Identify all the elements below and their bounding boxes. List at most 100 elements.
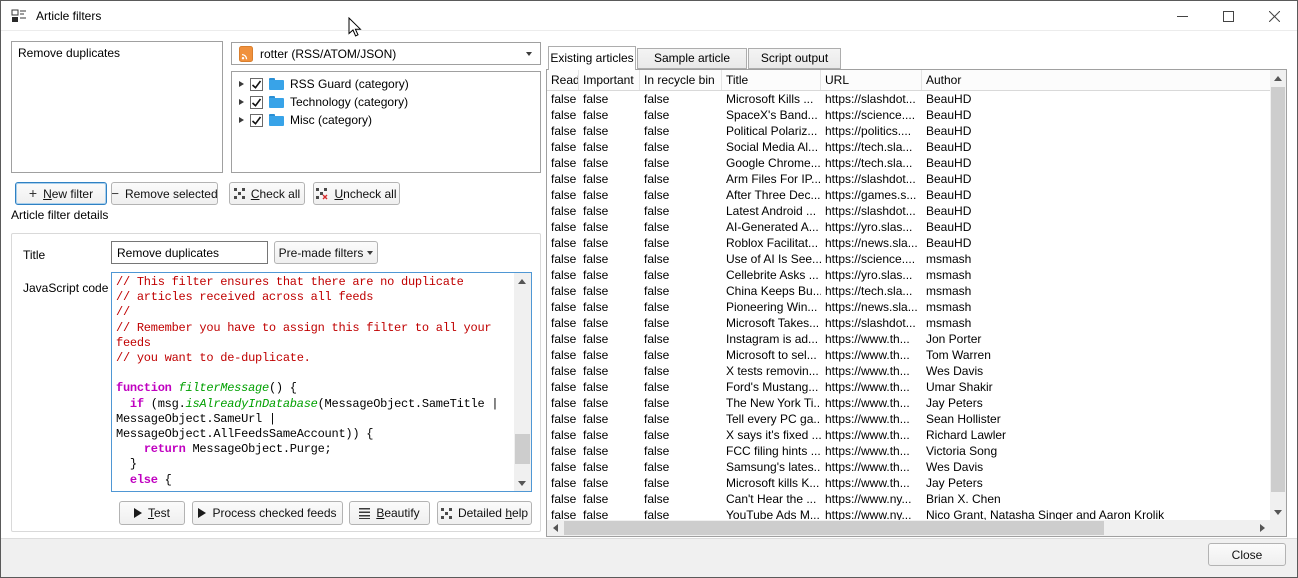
minus-icon <box>111 187 119 201</box>
table-row[interactable]: falsefalsefalseMicrosoft Kills ...https:… <box>547 91 1270 107</box>
table-row[interactable]: falsefalsefalseCellebrite Asks ...https:… <box>547 267 1270 283</box>
code-content[interactable]: // This filter ensures that there are no… <box>116 275 513 490</box>
scrollbar-thumb[interactable] <box>564 521 1104 535</box>
scroll-left-icon <box>553 524 558 532</box>
maximize-icon <box>1223 11 1234 22</box>
table-row[interactable]: falsefalsefalseSamsung's lates...https:/… <box>547 459 1270 475</box>
table-row[interactable]: falsefalsefalseMicrosoft to sel...https:… <box>547 347 1270 363</box>
expand-arrow-icon[interactable] <box>239 99 244 105</box>
table-row[interactable]: falsefalsefalseLatest Android ...https:/… <box>547 203 1270 219</box>
feed-checkbox[interactable] <box>250 78 263 91</box>
check-all-button[interactable]: Check all <box>229 182 305 205</box>
column-header-url[interactable]: URL <box>821 70 922 90</box>
table-row[interactable]: falsefalsefalseYouTube Ads M...https://w… <box>547 507 1270 520</box>
feed-tree-item[interactable]: Technology (category) <box>232 93 540 111</box>
table-row[interactable]: falsefalsefalseX tests removin...https:/… <box>547 363 1270 379</box>
checkmark-icon <box>251 115 262 126</box>
articles-table[interactable]: falsefalsefalseMicrosoft Kills ...https:… <box>547 91 1270 520</box>
table-row[interactable]: falsefalsefalseMicrosoft kills K...https… <box>547 475 1270 491</box>
premade-filters-button[interactable]: Pre-made filters <box>274 241 378 264</box>
beautify-button[interactable]: Beautify <box>349 501 430 525</box>
titlebar[interactable]: Article filters <box>1 1 1297 31</box>
column-header-important[interactable]: Important <box>579 70 640 90</box>
account-dropdown[interactable]: rotter (RSS/ATOM/JSON) <box>231 42 541 65</box>
code-editor-vertical-scrollbar[interactable] <box>514 273 531 491</box>
expand-arrow-icon[interactable] <box>239 117 244 123</box>
close-window-button[interactable] <box>1251 1 1297 31</box>
scroll-down-icon <box>1274 510 1282 515</box>
title-field-label: Title <box>23 248 45 262</box>
javascript-code-editor[interactable]: // This filter ensures that there are no… <box>111 272 532 492</box>
table-row[interactable]: falsefalsefalsePioneering Win...https://… <box>547 299 1270 315</box>
table-row[interactable]: falsefalsefalseInstagram is ad...https:/… <box>547 331 1270 347</box>
filter-list[interactable]: Remove duplicates <box>11 41 223 173</box>
table-row[interactable]: falsefalsefalsePolitical Polariz...https… <box>547 123 1270 139</box>
article-filters-window: Article filters Remove duplicates <box>0 0 1298 578</box>
table-row[interactable]: falsefalsefalseAfter Three Dec...https:/… <box>547 187 1270 203</box>
table-row[interactable]: falsefalsefalseFCC filing hints ...https… <box>547 443 1270 459</box>
table-row[interactable]: falsefalsefalseAI-Generated A...https://… <box>547 219 1270 235</box>
mouse-cursor <box>348 17 362 38</box>
table-row[interactable]: falsefalsefalseArm Files For IP...https:… <box>547 171 1270 187</box>
column-header-recycle[interactable]: In recycle bin <box>640 70 722 90</box>
account-dropdown-value: rotter (RSS/ATOM/JSON) <box>260 47 396 61</box>
scroll-up-icon <box>518 279 526 284</box>
feed-checkbox[interactable] <box>250 96 263 109</box>
remove-selected-button[interactable]: Remove selected <box>111 182 218 205</box>
table-row[interactable]: falsefalsefalseTell every PC ga...https:… <box>547 411 1270 427</box>
play-icon <box>198 508 206 518</box>
tab-existing-articles[interactable]: Existing articles <box>548 46 636 70</box>
table-row[interactable]: falsefalsefalseSpaceX's Band...https://s… <box>547 107 1270 123</box>
process-checked-feeds-button[interactable]: Process checked feeds <box>192 501 343 525</box>
maximize-button[interactable] <box>1205 1 1251 31</box>
table-vertical-scrollbar[interactable] <box>1270 70 1286 520</box>
filter-list-item[interactable]: Remove duplicates <box>12 42 222 62</box>
table-row[interactable]: falsefalsefalseCan't Hear the ...https:/… <box>547 491 1270 507</box>
table-row[interactable]: falsefalsefalseThe New York Ti...https:/… <box>547 395 1270 411</box>
check-all-icon <box>234 188 245 199</box>
table-row[interactable]: falsefalsefalseSocial Media Al...https:/… <box>547 139 1270 155</box>
window-title: Article filters <box>36 9 101 23</box>
table-row[interactable]: falsefalsefalseChina Keeps Bu...https://… <box>547 283 1270 299</box>
column-header-author[interactable]: Author <box>922 70 1270 90</box>
beautify-lines-icon <box>359 508 370 519</box>
minimize-icon <box>1177 11 1188 22</box>
feed-tree-item[interactable]: RSS Guard (category) <box>232 75 540 93</box>
scroll-right-icon <box>1260 524 1265 532</box>
scrollbar-corner <box>1270 520 1286 536</box>
table-horizontal-scrollbar[interactable] <box>547 520 1270 536</box>
feed-tree-item-label: Misc (category) <box>290 113 372 127</box>
uncheck-all-button[interactable]: Uncheck all <box>313 182 400 205</box>
detailed-help-icon <box>441 508 452 519</box>
feed-checkbox[interactable] <box>250 114 263 127</box>
minimize-button[interactable] <box>1159 1 1205 31</box>
scroll-up-icon <box>1274 76 1282 81</box>
column-header-read[interactable]: Read <box>547 70 579 90</box>
title-input[interactable] <box>111 241 268 264</box>
folder-icon <box>269 78 284 90</box>
table-row[interactable]: falsefalsefalseUse of AI Is See...https:… <box>547 251 1270 267</box>
plus-icon <box>29 187 37 201</box>
expand-arrow-icon[interactable] <box>239 81 244 87</box>
feed-tree[interactable]: RSS Guard (category) Technology (categor… <box>231 71 541 173</box>
scrollbar-thumb[interactable] <box>515 434 530 464</box>
new-filter-button[interactable]: New filter <box>15 182 107 205</box>
tab-script-output[interactable]: Script output <box>748 48 841 69</box>
detailed-help-button[interactable]: Detailed help <box>437 501 532 525</box>
table-row[interactable]: falsefalsefalseGoogle Chrome...https://t… <box>547 155 1270 171</box>
code-field-label: JavaScript code <box>23 281 108 295</box>
test-button[interactable]: Test <box>119 501 185 525</box>
table-header: ReadImportantIn recycle binTitleURLAutho… <box>547 70 1270 91</box>
scrollbar-thumb[interactable] <box>1271 87 1285 492</box>
feed-tree-item[interactable]: Misc (category) <box>232 111 540 129</box>
folder-icon <box>269 96 284 108</box>
column-header-title[interactable]: Title <box>722 70 821 90</box>
feed-tree-item-label: Technology (category) <box>290 95 408 109</box>
table-row[interactable]: falsefalsefalseMicrosoft Takes...https:/… <box>547 315 1270 331</box>
table-row[interactable]: falsefalsefalseRoblox Facilitat...https:… <box>547 235 1270 251</box>
tab-sample-article[interactable]: Sample article <box>637 48 747 69</box>
close-button[interactable]: Close <box>1208 543 1286 566</box>
table-row[interactable]: falsefalsefalseFord's Mustang...https://… <box>547 379 1270 395</box>
rss-feed-icon <box>239 46 253 62</box>
table-row[interactable]: falsefalsefalseX says it's fixed ...http… <box>547 427 1270 443</box>
